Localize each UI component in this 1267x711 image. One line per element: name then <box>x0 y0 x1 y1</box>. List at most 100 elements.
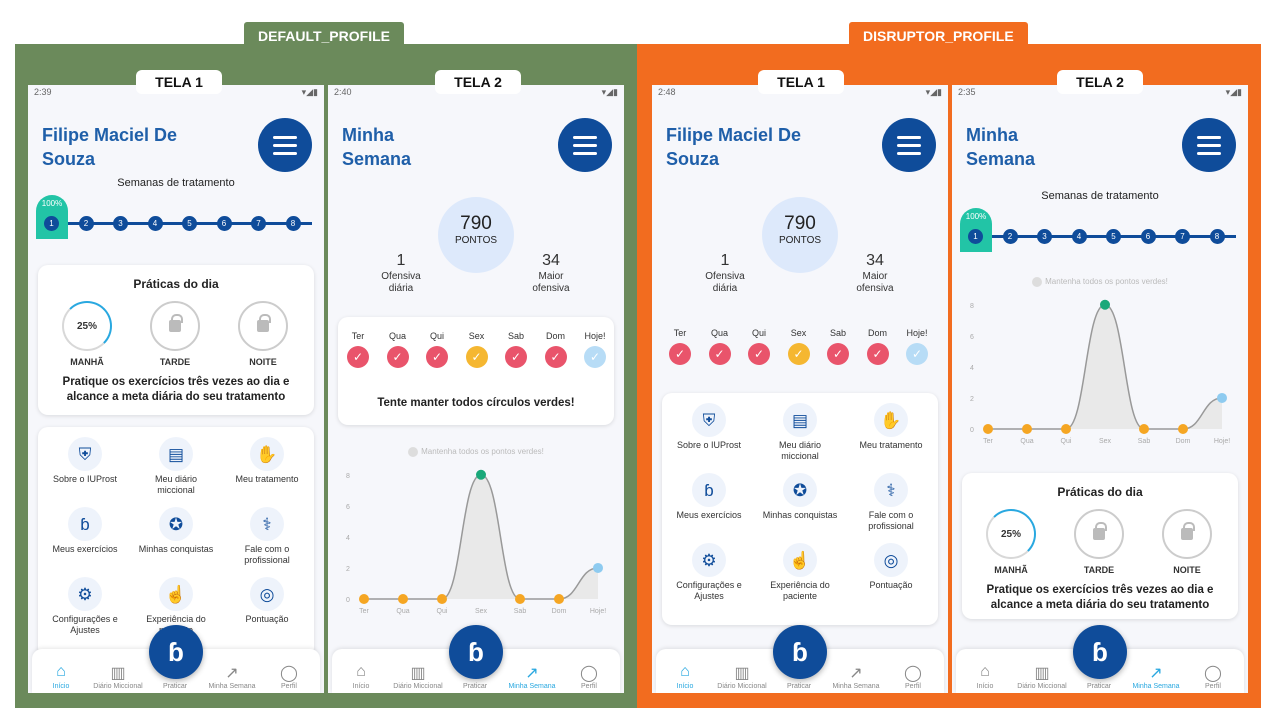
chart-point[interactable] <box>1139 424 1149 434</box>
week-dot[interactable]: 1 <box>44 216 59 231</box>
grid-item-medal[interactable]: ✪ Minhas conquistas <box>755 473 845 521</box>
practice-fab-button[interactable]: ɓ <box>149 625 203 679</box>
chart-point[interactable] <box>1022 424 1032 434</box>
grid-item-medal[interactable]: ✪ Minhas conquistas <box>131 507 221 555</box>
chart-point[interactable] <box>437 594 447 604</box>
week-dot[interactable]: 3 <box>113 216 128 231</box>
tab-diario[interactable]: ▥ Diário Miccional <box>713 663 771 690</box>
day-label: Dom <box>867 328 887 338</box>
week-current-badge[interactable]: 100% 1 <box>960 208 992 252</box>
week-dot[interactable]: 6 <box>216 216 232 231</box>
tab-inicio[interactable]: ⌂ Início <box>956 663 1014 690</box>
chart-point[interactable] <box>476 469 486 480</box>
day-hoje[interactable]: Hoje! ✓ <box>577 331 613 368</box>
tab-semana[interactable]: ↗ Minha Semana <box>1127 663 1185 690</box>
day-qui[interactable]: Qui ✓ <box>419 331 455 368</box>
day-qua[interactable]: Qua ✓ <box>380 331 416 368</box>
practice-ring-night[interactable] <box>1162 509 1212 559</box>
day-sex[interactable]: Sex ✓ <box>781 328 817 365</box>
tab-inicio[interactable]: ⌂ Início <box>32 663 90 690</box>
week-dot[interactable]: 1 <box>968 229 983 244</box>
chart-point[interactable] <box>1178 424 1188 434</box>
week-dot[interactable]: 2 <box>78 216 94 231</box>
week-dot[interactable]: 5 <box>182 216 197 231</box>
chart-point[interactable] <box>1217 392 1227 403</box>
week-dot[interactable]: 2 <box>1002 229 1018 244</box>
week-dot[interactable]: 7 <box>1175 229 1190 244</box>
tab-perfil[interactable]: ◯ Perfil <box>1184 663 1242 690</box>
day-sab[interactable]: Sab ✓ <box>820 328 856 365</box>
practice-ring-afternoon[interactable] <box>1074 509 1124 559</box>
grid-item-user-shield[interactable]: ⛨ Sobre o IUProst <box>40 437 130 485</box>
grid-item-coins[interactable]: ◎ Pontuação <box>222 577 312 625</box>
practice-ring-morning[interactable]: 25% <box>62 301 112 351</box>
grid-item-pointer[interactable]: ☝ Experiência dopaciente <box>755 543 845 602</box>
day-label: Ter <box>673 328 687 338</box>
week-dot[interactable]: 8 <box>1209 229 1225 244</box>
day-qui[interactable]: Qui ✓ <box>741 328 777 365</box>
week-dot[interactable]: 3 <box>1037 229 1052 244</box>
week-current-badge[interactable]: 100% 1 <box>36 195 68 239</box>
grid-item-arm[interactable]: ɓ Meus exercícios <box>40 507 130 555</box>
day-dom[interactable]: Dom ✓ <box>860 328 896 365</box>
grid-item-hand-drop[interactable]: ✋ Meu tratamento <box>222 437 312 485</box>
chart-point[interactable] <box>1100 299 1110 310</box>
grid-item-hand-drop[interactable]: ✋ Meu tratamento <box>846 403 936 451</box>
check-icon: ✓ <box>827 343 849 365</box>
day-qua[interactable]: Qua ✓ <box>702 328 738 365</box>
week-dot[interactable]: 6 <box>1140 229 1156 244</box>
week-dot[interactable]: 5 <box>1106 229 1121 244</box>
grid-item-doctor[interactable]: ⚕ Fale com o profissional <box>222 507 312 566</box>
day-sab[interactable]: Sab ✓ <box>498 331 534 368</box>
tab-perfil[interactable]: ◯ Perfil <box>560 663 618 690</box>
week-dot[interactable]: 4 <box>1071 229 1087 244</box>
practice-fab-button[interactable]: ɓ <box>449 625 503 679</box>
practice-ring-afternoon[interactable] <box>150 301 200 351</box>
grid-item-label-2: profissional <box>244 555 290 565</box>
tab-perfil[interactable]: ◯ Perfil <box>884 663 942 690</box>
grid-item-coins[interactable]: ◎ Pontuação <box>846 543 936 591</box>
tab-diario[interactable]: ▥ Diário Miccional <box>389 663 447 690</box>
chart-point[interactable] <box>593 562 603 573</box>
grid-item-book[interactable]: ▤ Meu diário miccional <box>131 437 221 496</box>
chart-point[interactable] <box>554 594 564 604</box>
grid-item-doctor[interactable]: ⚕ Fale com o profissional <box>846 473 936 532</box>
practice-fab-button[interactable]: ɓ <box>773 625 827 679</box>
tab-diario[interactable]: ▥ Diário Miccional <box>1013 663 1071 690</box>
menu-button[interactable] <box>258 118 312 172</box>
week-dot[interactable]: 4 <box>147 216 163 231</box>
menu-button[interactable] <box>1182 118 1236 172</box>
tab-semana[interactable]: ↗ Minha Semana <box>203 663 261 690</box>
practice-fab-button[interactable]: ɓ <box>1073 625 1127 679</box>
week-dot[interactable]: 8 <box>285 216 301 231</box>
grid-item-book[interactable]: ▤ Meu diário miccional <box>755 403 845 462</box>
week-dot[interactable]: 7 <box>251 216 266 231</box>
chart-point[interactable] <box>359 594 369 604</box>
grid-item-user-shield[interactable]: ⛨ Sobre o IUProst <box>664 403 754 451</box>
chart-point[interactable] <box>983 424 993 434</box>
tab-inicio[interactable]: ⌂ Início <box>332 663 390 690</box>
chart-point[interactable] <box>1061 424 1071 434</box>
day-hoje[interactable]: Hoje! ✓ <box>899 328 935 365</box>
tab-inicio[interactable]: ⌂ Início <box>656 663 714 690</box>
points-label: PONTOS <box>454 235 498 246</box>
practice-ring-morning[interactable]: 25% <box>986 509 1036 559</box>
practice-ring-night[interactable] <box>238 301 288 351</box>
tab-semana[interactable]: ↗ Minha Semana <box>827 663 885 690</box>
day-ter[interactable]: Ter ✓ <box>340 331 376 368</box>
day-sex[interactable]: Sex ✓ <box>459 331 495 368</box>
chart-point[interactable] <box>515 594 525 604</box>
profile-icon: ◯ <box>580 665 598 682</box>
menu-button[interactable] <box>882 118 936 172</box>
day-ter[interactable]: Ter ✓ <box>662 328 698 365</box>
grid-item-gears[interactable]: ⚙ Configurações e Ajustes <box>40 577 130 636</box>
chart-point[interactable] <box>398 594 408 604</box>
tab-diario[interactable]: ▥ Diário Miccional <box>89 663 147 690</box>
grid-item-gears[interactable]: ⚙ Configurações e Ajustes <box>664 543 754 602</box>
menu-button[interactable] <box>558 118 612 172</box>
grid-item-arm[interactable]: ɓ Meus exercícios <box>664 473 754 521</box>
day-dom[interactable]: Dom ✓ <box>538 331 574 368</box>
screen-tag-d2: TELA 2 <box>435 70 521 94</box>
tab-semana[interactable]: ↗ Minha Semana <box>503 663 561 690</box>
tab-perfil[interactable]: ◯ Perfil <box>260 663 318 690</box>
